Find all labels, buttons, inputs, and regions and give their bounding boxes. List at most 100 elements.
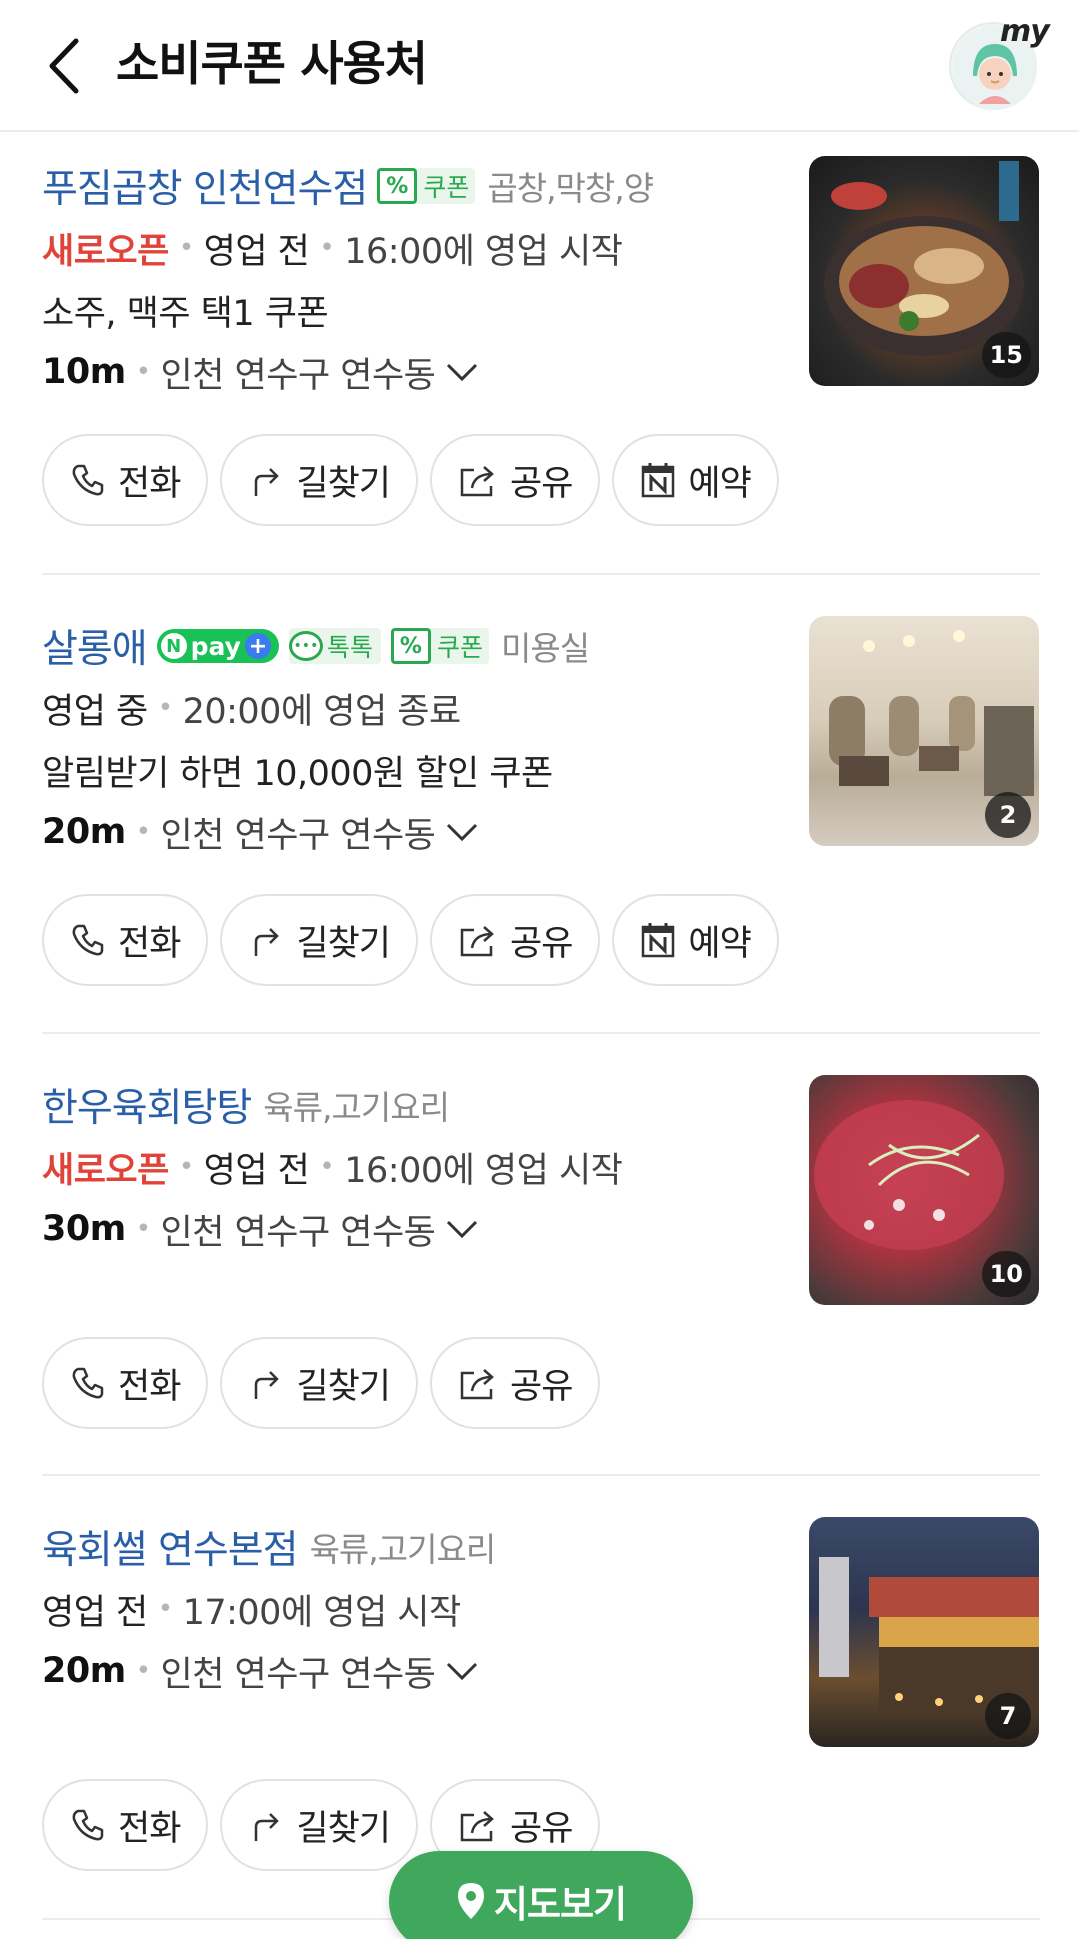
- map-pin-icon: [456, 1881, 486, 1921]
- call-button-label: 전화: [118, 1808, 181, 1849]
- place-name[interactable]: 육회썰 연수본점: [42, 1519, 299, 1575]
- place-photo[interactable]: 7: [809, 1517, 1039, 1747]
- divider: [42, 1474, 1040, 1476]
- avatar-my-label: my: [1000, 14, 1050, 49]
- naver-booking-icon: [640, 921, 676, 959]
- map-view-label: 지도보기: [493, 1883, 627, 1926]
- business-hours: 20:00에 영업 종료: [182, 691, 462, 732]
- business-hours: 17:00에 영업 시작: [182, 1592, 462, 1633]
- share-button-label: 공유: [510, 1366, 573, 1407]
- address: 인천 연수구 연수동: [160, 1654, 436, 1695]
- action-buttons: 전화 길찾기 공유 예약: [42, 434, 779, 526]
- share-button[interactable]: 공유: [430, 434, 601, 526]
- photo-count-badge: 15: [981, 332, 1031, 378]
- directions-button[interactable]: 길찾기: [220, 894, 419, 986]
- promo-line: 소주, 맥주 택1 쿠폰: [42, 284, 329, 336]
- directions-button-label: 길찾기: [296, 1808, 391, 1849]
- new-open-label: 새로오픈: [42, 231, 169, 272]
- place-category: 곱창,막창,양: [487, 169, 654, 208]
- place-card[interactable]: 살롱애 N pay + ••• 톡톡 % 쿠폰 미용실 영업 중 • 20:00…: [42, 610, 1040, 1010]
- call-button[interactable]: 전화: [42, 1779, 209, 1871]
- booking-button[interactable]: 예약: [612, 894, 779, 986]
- share-button-label: 공유: [510, 463, 573, 504]
- location-line[interactable]: 20m • 인천 연수구 연수동: [42, 1645, 479, 1697]
- share-button-label: 공유: [510, 1808, 573, 1849]
- address: 인천 연수구 연수동: [160, 815, 436, 856]
- coupon-badge: % 쿠폰: [377, 168, 476, 204]
- directions-button[interactable]: 길찾기: [220, 434, 419, 526]
- photo-count-badge: 10: [981, 1251, 1031, 1297]
- npay-badge: N pay +: [156, 629, 279, 663]
- place-category: 미용실: [500, 629, 590, 668]
- separator-dot: •: [135, 1214, 151, 1244]
- booking-button[interactable]: 예약: [612, 434, 779, 526]
- phone-icon: [70, 1365, 106, 1401]
- business-status-line: 새로오픈 • 영업 전 • 16:00에 영업 시작: [42, 1141, 623, 1193]
- directions-button-label: 길찾기: [296, 463, 391, 504]
- chevron-down-icon[interactable]: [445, 362, 479, 382]
- distance: 20m: [42, 812, 126, 852]
- divider: [42, 573, 1040, 575]
- separator-dot: •: [135, 357, 151, 387]
- turn-arrow-icon: [248, 1365, 284, 1401]
- place-name[interactable]: 살롱애: [42, 618, 148, 674]
- share-button-label: 공유: [510, 923, 573, 964]
- place-category: 육류,고기요리: [263, 1088, 450, 1127]
- coupon-icon: %: [390, 628, 431, 664]
- promo-text: 소주, 맥주 택1 쿠폰: [42, 293, 329, 334]
- action-buttons: 전화 길찾기 공유 예약: [42, 894, 779, 986]
- map-view-button[interactable]: 지도보기: [389, 1851, 693, 1939]
- location-line[interactable]: 20m • 인천 연수구 연수동: [42, 806, 479, 858]
- back-button[interactable]: [34, 30, 94, 102]
- directions-button[interactable]: 길찾기: [220, 1779, 419, 1871]
- distance: 20m: [42, 1651, 126, 1691]
- separator-dot: •: [319, 1152, 335, 1182]
- business-status-line: 새로오픈 • 영업 전 • 16:00에 영업 시작: [42, 222, 623, 274]
- business-status: 영업 전: [203, 231, 310, 272]
- place-card[interactable]: 푸짐곱창 인천연수점 % 쿠폰 곱창,막창,양 새로오픈 • 영업 전 • 16…: [42, 150, 1040, 550]
- share-icon: [458, 462, 498, 498]
- talktalk-label: 톡톡: [326, 633, 373, 662]
- location-line[interactable]: 10m • 인천 연수구 연수동: [42, 346, 479, 398]
- new-open-label: 새로오픈: [42, 1150, 169, 1191]
- call-button-label: 전화: [118, 463, 181, 504]
- place-title-line: 한우육회탕탕 육류,고기요리: [42, 1075, 450, 1135]
- place-card[interactable]: 한우육회탕탕 육류,고기요리 새로오픈 • 영업 전 • 16:00에 영업 시…: [42, 1069, 1040, 1449]
- chat-bubble-icon: •••: [288, 631, 323, 661]
- coupon-badge: % 쿠폰: [390, 628, 489, 664]
- chevron-down-icon[interactable]: [445, 1661, 479, 1681]
- share-icon: [458, 1365, 498, 1401]
- page-title: 소비쿠폰 사용처: [116, 37, 428, 92]
- phone-icon: [70, 462, 106, 498]
- chevron-down-icon[interactable]: [445, 822, 479, 842]
- directions-button-label: 길찾기: [296, 1366, 391, 1407]
- turn-arrow-icon: [248, 1807, 284, 1843]
- place-photo[interactable]: 15: [809, 156, 1039, 386]
- address: 인천 연수구 연수동: [160, 1212, 436, 1253]
- directions-button[interactable]: 길찾기: [220, 1337, 419, 1429]
- share-button[interactable]: 공유: [430, 894, 601, 986]
- turn-arrow-icon: [248, 462, 284, 498]
- call-button[interactable]: 전화: [42, 1337, 209, 1429]
- phone-icon: [70, 1807, 106, 1843]
- chevron-down-icon[interactable]: [445, 1219, 479, 1239]
- location-line[interactable]: 30m • 인천 연수구 연수동: [42, 1203, 479, 1255]
- call-button[interactable]: 전화: [42, 434, 209, 526]
- separator-dot: •: [135, 1656, 151, 1686]
- call-button[interactable]: 전화: [42, 894, 209, 986]
- business-hours: 16:00에 영업 시작: [344, 231, 623, 272]
- photo-count-badge: 2: [985, 792, 1031, 838]
- phone-icon: [70, 922, 106, 958]
- place-name[interactable]: 한우육회탕탕: [42, 1077, 252, 1133]
- plus-icon: +: [244, 633, 271, 659]
- separator-dot: •: [178, 1152, 194, 1182]
- place-name[interactable]: 푸짐곱창 인천연수점: [42, 158, 368, 214]
- share-button[interactable]: 공유: [430, 1337, 601, 1429]
- coupon-badge-label: 쿠폰: [436, 633, 483, 662]
- place-photo[interactable]: 2: [809, 616, 1039, 846]
- business-status-line: 영업 중 • 20:00에 영업 종료: [42, 682, 461, 734]
- place-title-line: 푸짐곱창 인천연수점 % 쿠폰 곱창,막창,양: [42, 156, 654, 216]
- place-photo[interactable]: 10: [809, 1075, 1039, 1305]
- promo-text: 알림받기 하면 10,000원 할인 쿠폰: [42, 753, 553, 794]
- place-title-line: 살롱애 N pay + ••• 톡톡 % 쿠폰 미용실: [42, 616, 590, 676]
